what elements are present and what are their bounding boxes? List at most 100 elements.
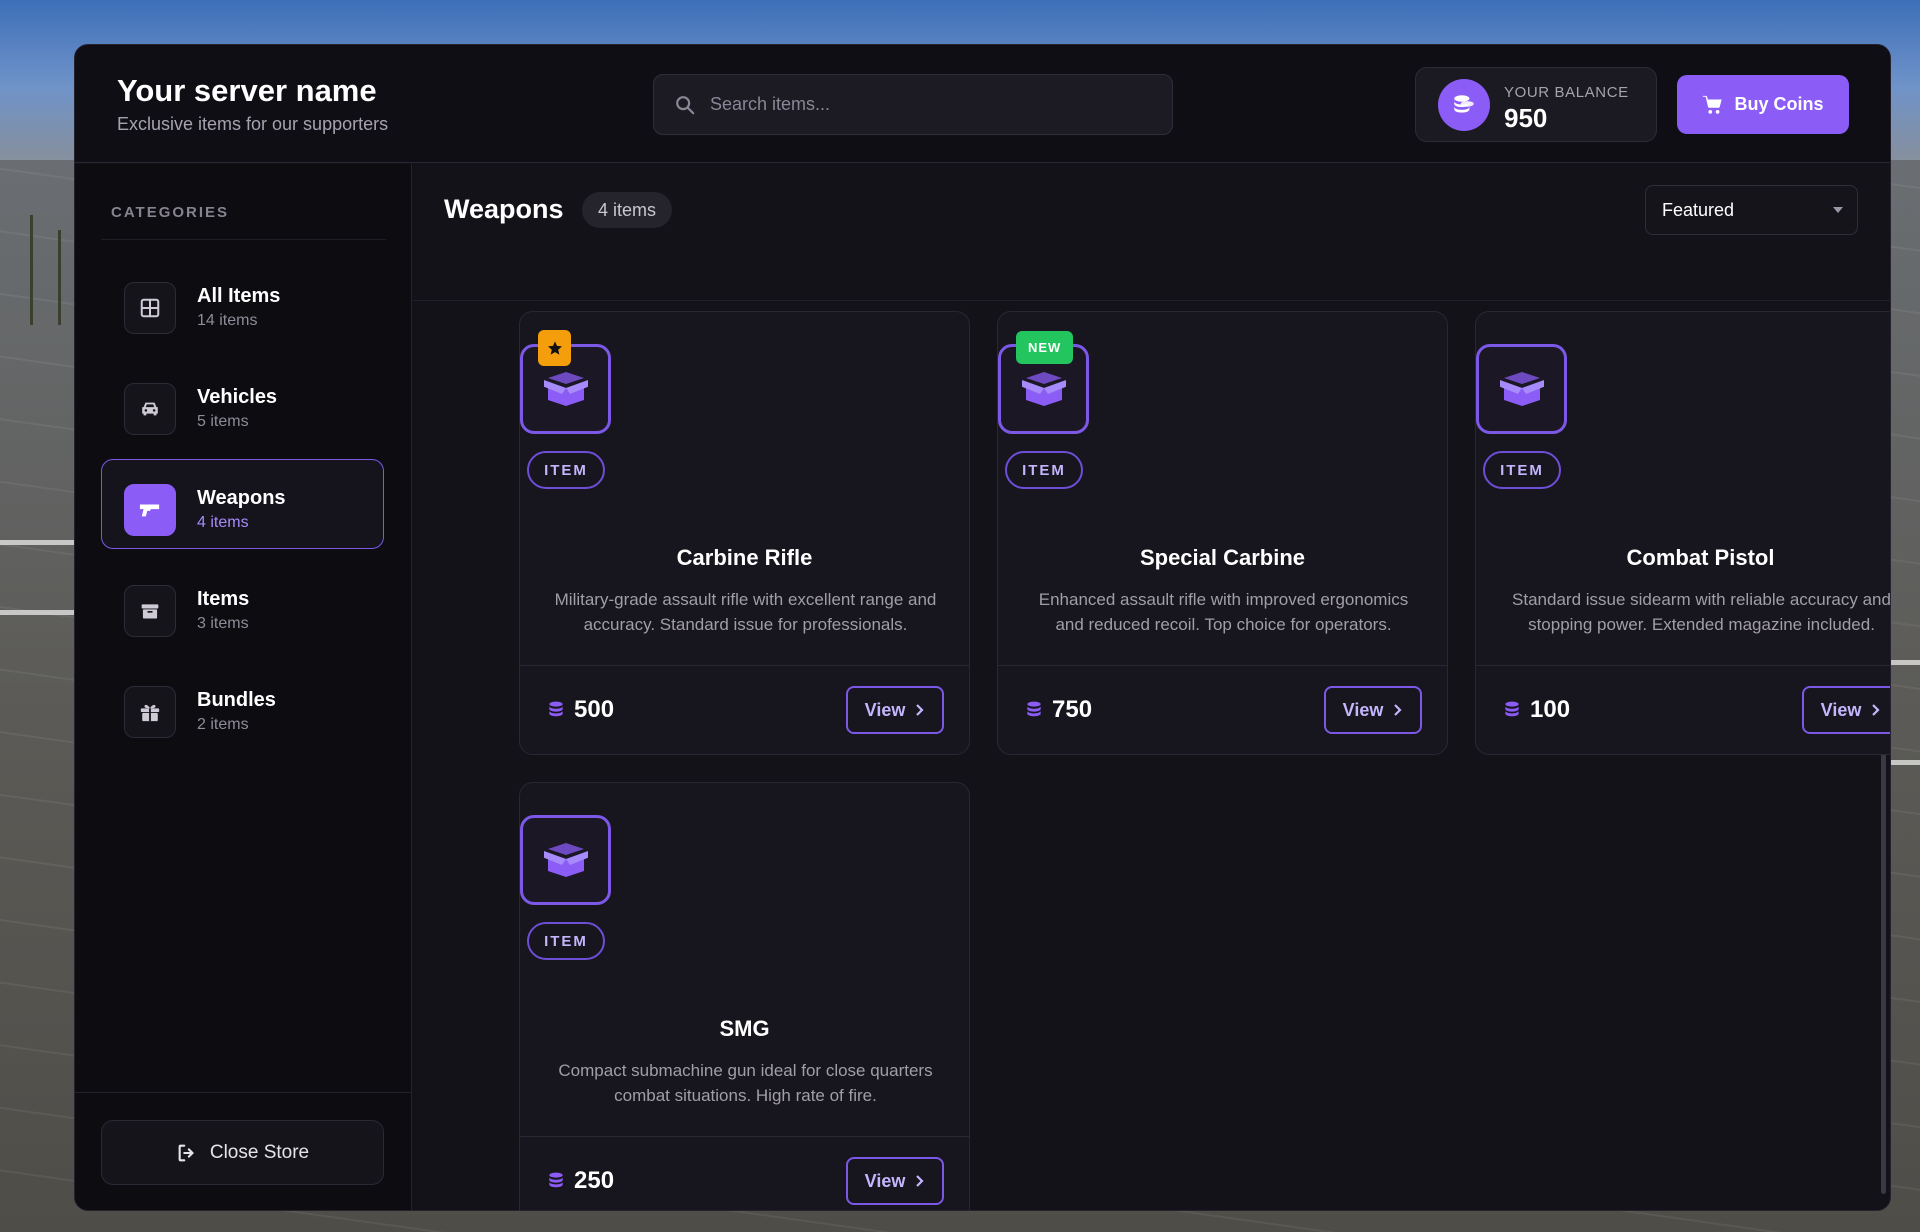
sidebar-item-count: 3 items	[197, 615, 249, 632]
view-button[interactable]: View	[1802, 686, 1890, 734]
gun-icon	[124, 484, 176, 536]
divider	[75, 1092, 412, 1093]
sidebar-item-count: 5 items	[197, 413, 249, 430]
sidebar-item-count: 14 items	[197, 312, 258, 329]
product-name: SMG	[719, 1016, 770, 1041]
chevron-right-icon	[916, 704, 924, 716]
search-icon	[676, 95, 695, 114]
product-description: Standard issue sidearm with reliable acc…	[1512, 590, 1891, 634]
product-description: Military-grade assault rifle with excell…	[554, 590, 937, 634]
divider	[101, 239, 386, 240]
background-stripe	[1891, 660, 1920, 665]
product-name: Combat Pistol	[1626, 545, 1775, 570]
balance-value: 950	[1504, 103, 1548, 133]
server-tagline: Exclusive items for our supporters	[117, 114, 389, 134]
price-value: 500	[574, 696, 615, 723]
sidebar-item-bundles[interactable]: Bundles 2 items	[101, 661, 384, 751]
star-icon	[547, 341, 562, 355]
product-description: Compact submachine gun ideal for close q…	[558, 1061, 933, 1105]
balance-label: YOUR BALANCE	[1504, 84, 1629, 101]
coins-icon	[549, 1172, 563, 1188]
sidebar-item-label: Weapons	[197, 487, 286, 509]
view-button[interactable]: View	[846, 686, 944, 734]
product-name: Special Carbine	[1139, 545, 1306, 570]
buy-coins-button[interactable]: Buy Coins	[1677, 75, 1849, 134]
coins-icon	[549, 701, 563, 717]
store-header: Your server name Exclusive items for our…	[75, 45, 1890, 163]
balance-box: YOUR BALANCE 950	[1415, 67, 1657, 142]
product-price: 500	[546, 696, 614, 724]
background-palm	[58, 230, 61, 325]
divider	[998, 665, 1447, 666]
box-open-icon	[1021, 372, 1066, 406]
sidebar-item-vehicles[interactable]: Vehicles 5 items	[101, 358, 384, 448]
sidebar-item-label: All Items	[197, 285, 281, 307]
product-card[interactable]: ITEM Combat Pistol Standard issue sidear…	[1475, 311, 1891, 755]
sidebar-item-count: 2 items	[197, 716, 249, 733]
store-window: Your server name Exclusive items for our…	[74, 44, 1891, 1211]
sidebar-item-weapons[interactable]: Weapons 4 items	[101, 459, 384, 549]
product-price: 250	[546, 1167, 614, 1195]
chevron-right-icon	[1872, 704, 1880, 716]
box-open-icon	[543, 372, 588, 406]
product-price: 750	[1024, 696, 1092, 724]
product-image	[520, 815, 611, 905]
view-button[interactable]: View	[1324, 686, 1422, 734]
sidebar-item-items[interactable]: Items 3 items	[101, 560, 384, 650]
sort-dropdown[interactable]: Featured	[1645, 185, 1858, 235]
item-type-badge: ITEM	[527, 922, 605, 960]
search-box[interactable]	[653, 74, 1173, 135]
item-type-badge: ITEM	[527, 451, 605, 489]
grid-icon	[124, 282, 176, 334]
product-name: Carbine Rifle	[676, 545, 813, 570]
item-type-badge: ITEM	[1483, 451, 1561, 489]
price-value: 750	[1052, 696, 1093, 723]
divider	[520, 665, 969, 666]
categories-heading: CATEGORIES	[111, 204, 230, 221]
price-value: 100	[1530, 696, 1571, 723]
divider	[520, 1136, 969, 1137]
close-store-button[interactable]: Close Store	[101, 1120, 384, 1185]
background-stripe	[0, 540, 74, 545]
sidebar-item-count: 4 items	[197, 514, 249, 531]
product-price: 100	[1502, 696, 1570, 724]
close-store-label: Close Store	[209, 1141, 310, 1163]
view-label: View	[864, 1170, 906, 1191]
view-button[interactable]: View	[846, 1157, 944, 1205]
coins-icon	[1505, 701, 1519, 717]
sidebar-item-label: Bundles	[197, 689, 276, 711]
view-label: View	[1820, 699, 1862, 720]
box-icon	[124, 585, 176, 637]
sidebar-item-all-items[interactable]: All Items 14 items	[101, 257, 384, 347]
chevron-down-icon	[1833, 207, 1843, 213]
divider	[413, 300, 1890, 301]
page-title: Weapons	[444, 194, 564, 224]
box-open-icon	[543, 843, 588, 877]
view-label: View	[1342, 699, 1384, 720]
buy-coins-label: Buy Coins	[1734, 94, 1824, 114]
product-card[interactable]: NEW ITEM Special Carbine Enhanced assaul…	[997, 311, 1448, 755]
box-open-icon	[1499, 372, 1544, 406]
coins-icon	[1027, 701, 1041, 717]
item-count-badge: 4 items	[582, 192, 673, 228]
sign-out-icon	[178, 1144, 194, 1161]
new-badge: NEW	[1016, 331, 1074, 364]
price-value: 250	[574, 1167, 615, 1194]
server-name: Your server name	[117, 73, 377, 108]
search-input[interactable]	[710, 94, 1150, 115]
background-stripe	[1891, 760, 1920, 765]
coins-icon	[1438, 79, 1490, 131]
product-image	[1476, 344, 1567, 434]
gift-icon	[124, 686, 176, 738]
view-label: View	[864, 699, 906, 720]
cart-icon	[1703, 95, 1723, 114]
sidebar-item-label: Items	[197, 588, 250, 610]
chevron-right-icon	[916, 1175, 924, 1187]
background-palm	[30, 215, 33, 325]
background-stripe	[0, 610, 74, 615]
item-type-badge: ITEM	[1005, 451, 1083, 489]
featured-star-badge	[538, 330, 571, 366]
product-card[interactable]: ITEM SMG Compact submachine gun ideal fo…	[519, 782, 970, 1210]
product-card[interactable]: ITEM Carbine Rifle Military-grade assaul…	[519, 311, 970, 755]
chevron-right-icon	[1394, 704, 1402, 716]
